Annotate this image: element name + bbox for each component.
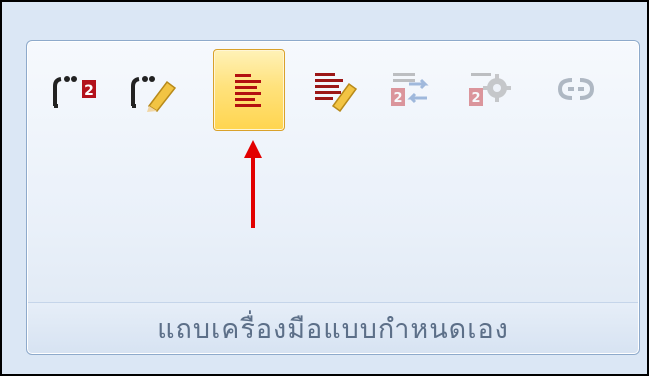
edit-text-button[interactable] [299, 49, 369, 129]
svg-text:2: 2 [471, 91, 480, 106]
ribbon-button-row: 2 2 2 [27, 41, 639, 161]
convert-quote-button[interactable]: 2 [375, 49, 445, 129]
unlink-icon [557, 78, 595, 100]
ribbon-group-label: แถบเครื่องมือแบบกำหนดเอง [157, 313, 509, 345]
convert-quote-icon: 2 [391, 73, 429, 106]
edit-quote-button[interactable] [119, 49, 189, 129]
svg-text:2: 2 [84, 83, 94, 99]
quote-settings-button[interactable]: 2 [453, 49, 523, 129]
insert-quote-button[interactable]: 2 [41, 49, 111, 129]
quote-settings-icon: 2 [469, 73, 511, 106]
insert-text-icon [235, 74, 261, 107]
edit-text-icon [315, 73, 358, 112]
ribbon-group-panel: 2 2 2 แถบเครื่องมือแบบกำหนดเอง [26, 40, 640, 355]
insert-text-button[interactable] [213, 49, 285, 131]
red-arrow-annotation [244, 140, 262, 228]
window-frame: 2 2 2 แถบเครื่องมือแบบกำหนดเอง [0, 0, 649, 376]
insert-quote-icon: 2 [53, 76, 96, 108]
svg-text:2: 2 [393, 91, 402, 106]
edit-quote-icon [131, 76, 177, 112]
ribbon-group-label-bar: แถบเครื่องมือแบบกำหนดเอง [28, 302, 638, 353]
unlink-button[interactable] [541, 49, 611, 129]
